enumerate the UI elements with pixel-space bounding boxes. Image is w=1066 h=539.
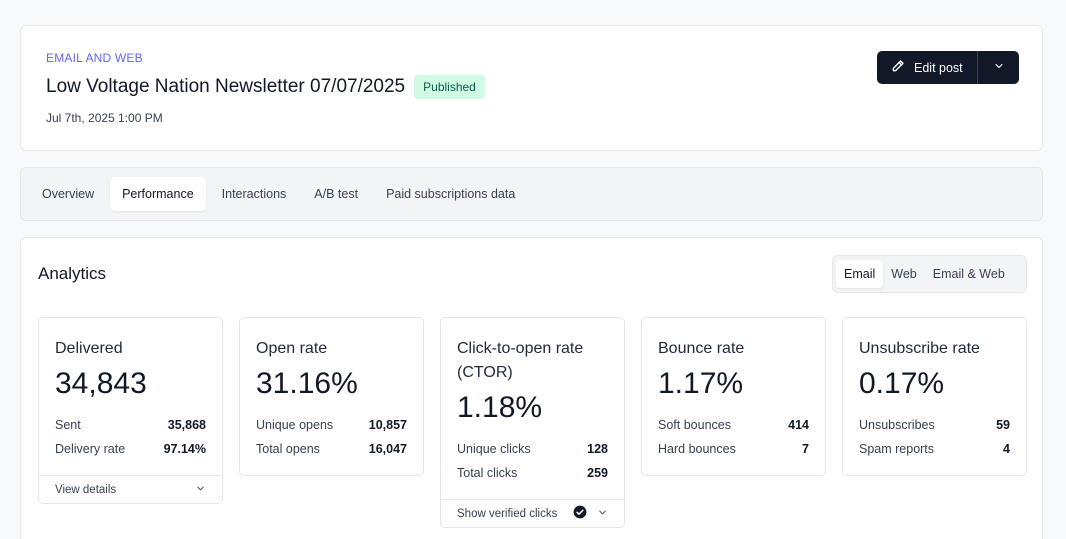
stat-value: 414 xyxy=(788,418,809,432)
stat-label: Total opens xyxy=(256,442,320,456)
metric-label: Open rate xyxy=(256,340,328,357)
chevron-down-icon xyxy=(597,507,608,521)
metric-card-delivered: Delivered 34,843 Sent 35,868 Delivery ra… xyxy=(38,317,223,504)
metric-value: 34,843 xyxy=(55,367,147,400)
stat-value: 97.14% xyxy=(163,442,206,456)
edit-post-button-group: Edit post xyxy=(877,51,1019,84)
metric-value: 31.16% xyxy=(256,367,358,400)
edit-options-dropdown[interactable] xyxy=(978,51,1019,84)
stat-value: 4 xyxy=(1003,442,1010,456)
stat-label: Total clicks xyxy=(457,466,518,480)
stat-row: Spam reports 4 xyxy=(859,437,1010,461)
stat-row: Delivery rate 97.14% xyxy=(55,437,206,461)
analytics-card: Analytics Email Web Email & Web Delivere… xyxy=(20,237,1043,539)
stat-row: Sent 35,868 xyxy=(55,413,206,437)
stat-label: Soft bounces xyxy=(658,418,731,432)
post-title: Low Voltage Nation Newsletter 07/07/2025 xyxy=(46,76,406,97)
metric-label: Unsubscribe rate xyxy=(859,340,980,357)
tab-ab-test[interactable]: A/B test xyxy=(302,177,370,211)
metric-value: 0.17% xyxy=(859,367,945,400)
stat-value: 128 xyxy=(587,442,608,456)
pencil-icon xyxy=(891,59,905,76)
footer-icons xyxy=(573,505,608,522)
stat-row: Total opens 16,047 xyxy=(256,437,407,461)
metric-label: Delivered xyxy=(55,340,123,357)
stat-row: Total clicks 259 xyxy=(457,461,608,485)
stat-value: 7 xyxy=(802,442,809,456)
tab-overview[interactable]: Overview xyxy=(30,177,106,211)
edit-post-button[interactable]: Edit post xyxy=(877,51,977,84)
stat-label: Unique opens xyxy=(256,418,334,432)
stat-value: 59 xyxy=(996,418,1010,432)
metric-value: 1.17% xyxy=(658,367,744,400)
tab-paid-subscriptions-data[interactable]: Paid subscriptions data xyxy=(374,177,527,211)
channel-segmented-control: Email Web Email & Web xyxy=(832,255,1027,293)
stat-label: Unique clicks xyxy=(457,442,531,456)
segment-email-and-web[interactable]: Email & Web xyxy=(925,260,1013,288)
chevron-down-icon xyxy=(195,483,206,497)
stat-label: Hard bounces xyxy=(658,442,736,456)
metric-label: Click-to-open rate (CTOR) xyxy=(457,340,584,381)
stat-value: 35,868 xyxy=(167,418,206,432)
metric-value: 1.18% xyxy=(457,391,543,424)
edit-post-label: Edit post xyxy=(914,60,963,75)
post-type-label: EMAIL AND WEB xyxy=(46,51,143,65)
show-verified-clicks-toggle[interactable]: Show verified clicks xyxy=(441,499,624,527)
show-verified-clicks-label: Show verified clicks xyxy=(457,507,558,520)
post-tabs: Overview Performance Interactions A/B te… xyxy=(20,167,1043,221)
check-circle-icon xyxy=(573,505,587,522)
stat-label: Spam reports xyxy=(859,442,935,456)
analytics-title: Analytics xyxy=(38,264,107,283)
view-details-label: View details xyxy=(55,483,117,496)
stat-row: Hard bounces 7 xyxy=(658,437,809,461)
chevron-down-icon xyxy=(993,59,1005,77)
segment-email[interactable]: Email xyxy=(836,260,884,288)
stat-label: Sent xyxy=(55,418,81,432)
stat-row: Unique clicks 128 xyxy=(457,437,608,461)
stat-value: 16,047 xyxy=(368,442,407,456)
view-details-toggle[interactable]: View details xyxy=(39,475,222,503)
segment-web[interactable]: Web xyxy=(883,260,924,288)
post-header-card: EMAIL AND WEB Low Voltage Nation Newslet… xyxy=(20,25,1043,151)
metric-card-bounce-rate: Bounce rate 1.17% Soft bounces 414 Hard … xyxy=(641,317,826,476)
tab-interactions[interactable]: Interactions xyxy=(210,177,299,211)
status-badge: Published xyxy=(414,75,485,99)
stat-row: Unique opens 10,857 xyxy=(256,413,407,437)
post-date: Jul 7th, 2025 1:00 PM xyxy=(46,111,163,125)
stat-value: 259 xyxy=(587,466,608,480)
metric-card-open-rate: Open rate 31.16% Unique opens 10,857 Tot… xyxy=(239,317,424,476)
title-row: Low Voltage Nation Newsletter 07/07/2025… xyxy=(46,75,485,99)
stat-label: Delivery rate xyxy=(55,442,126,456)
stat-row: Soft bounces 414 xyxy=(658,413,809,437)
metric-card-unsubscribe-rate: Unsubscribe rate 0.17% Unsubscribes 59 S… xyxy=(842,317,1027,476)
metric-card-ctor: Click-to-open rate (CTOR) 1.18% Unique c… xyxy=(440,317,625,528)
metric-label: Bounce rate xyxy=(658,340,745,357)
stat-label: Unsubscribes xyxy=(859,418,935,432)
stat-value: 10,857 xyxy=(368,418,407,432)
tab-performance[interactable]: Performance xyxy=(110,177,206,211)
stat-row: Unsubscribes 59 xyxy=(859,413,1010,437)
